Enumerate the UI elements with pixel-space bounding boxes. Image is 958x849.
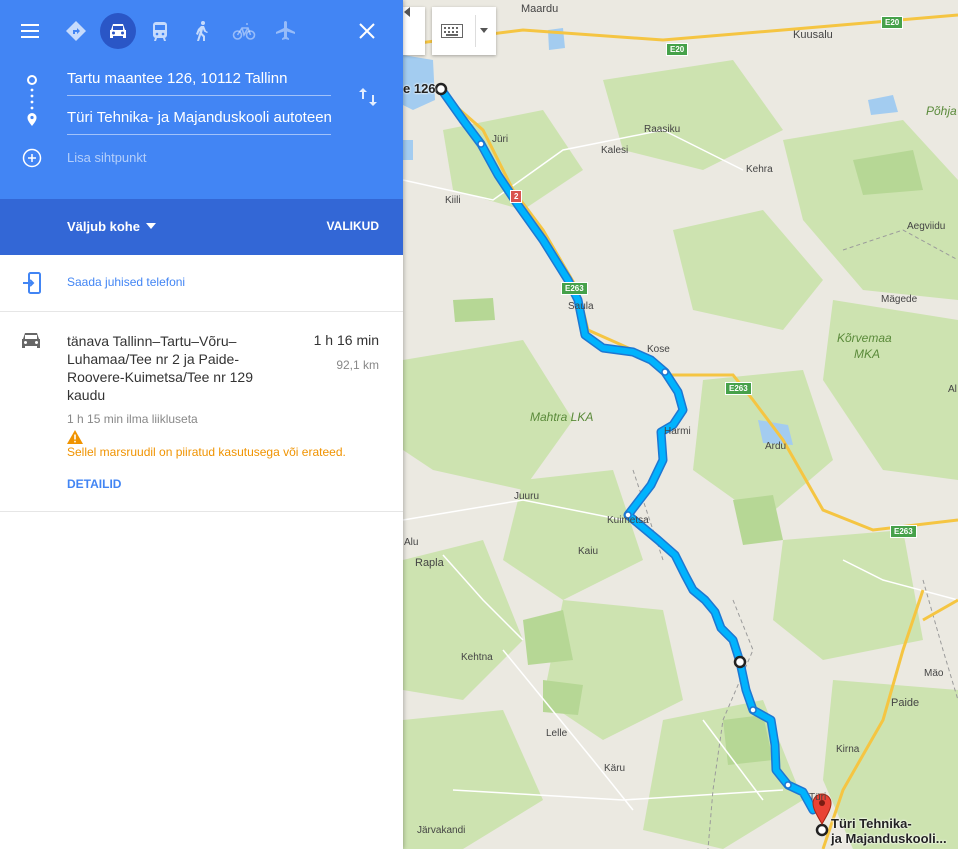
menu-icon[interactable]	[18, 19, 44, 43]
chevron-down-icon	[480, 28, 488, 33]
road-shield: E263	[890, 525, 917, 538]
place-label: Kaiu	[578, 546, 599, 557]
maps-app: E20 E20 2 E263 E263 E263 Maardu Kuusalu …	[0, 0, 958, 849]
dropdown-caret-icon[interactable]	[146, 223, 156, 229]
origin-input[interactable]: Tartu maantee 126, 10112 Tallinn	[67, 70, 331, 96]
place-label: Põhja	[926, 104, 957, 118]
departure-bar: Väljub kohe VALIKUD	[0, 199, 403, 255]
chevron-left-icon	[404, 7, 410, 17]
destination-row: Türi Tehnika- ja Majanduskooli autoteeni…	[0, 101, 403, 139]
car-route-icon	[22, 333, 40, 348]
send-to-phone-row[interactable]: Saada juhised telefoni	[0, 255, 403, 312]
bike-icon	[232, 23, 256, 40]
no-traffic-duration: 1 h 15 min ilma liikluseta	[67, 412, 198, 426]
route-warning: Sellel marsruudil on piiratud kasutusega…	[67, 445, 346, 459]
place-label: Kehra	[746, 164, 773, 175]
mode-walk[interactable]	[184, 13, 220, 49]
place-label: Kose	[647, 344, 670, 355]
route-distance: 92,1 km	[336, 358, 379, 372]
destination-marker[interactable]	[815, 823, 829, 837]
map-svg[interactable]	[403, 0, 958, 849]
mode-best-route[interactable]	[58, 13, 94, 49]
origin-circle-icon	[27, 75, 37, 85]
road-shield: 2	[510, 190, 523, 203]
place-label: Paide	[891, 697, 920, 709]
road-shield: E20	[881, 16, 904, 29]
transit-icon	[153, 22, 167, 41]
origin-row: Tartu maantee 126, 10112 Tallinn	[0, 62, 403, 100]
place-label: Alu	[404, 537, 419, 548]
mode-bike[interactable]	[226, 13, 262, 49]
add-circle-icon	[22, 148, 42, 168]
place-label: Türi	[809, 792, 827, 803]
place-label: Ardu	[765, 441, 787, 452]
destination-pin-small-icon	[27, 113, 37, 126]
swap-icon[interactable]	[356, 85, 380, 109]
place-label: Harmi	[664, 426, 691, 437]
road-shield: E20	[666, 43, 689, 56]
keyboard-icon	[441, 24, 463, 38]
place-label: Mahtra LKA	[530, 410, 594, 424]
destination-label: Türi Tehnika-	[831, 816, 912, 831]
collapse-panel-button[interactable]	[403, 7, 425, 55]
destination-input[interactable]: Türi Tehnika- ja Majanduskooli autoteeni…	[67, 109, 331, 135]
place-label: Kalesi	[601, 145, 629, 156]
origin-label: e 126	[403, 81, 436, 96]
close-icon[interactable]	[355, 19, 379, 43]
route-option[interactable]: tänava Tallinn–Tartu–Võru–Luhamaa/Tee nr…	[0, 312, 403, 512]
warning-icon	[67, 430, 83, 444]
place-label: Käru	[604, 763, 626, 774]
route-description: tänava Tallinn–Tartu–Võru–Luhamaa/Tee nr…	[67, 333, 253, 403]
add-destination-row[interactable]: Lisa sihtpunkt	[0, 140, 403, 178]
origin-marker[interactable]	[434, 82, 448, 96]
via-marker[interactable]	[733, 655, 747, 669]
place-label: Kuimetsa	[607, 515, 649, 526]
car-icon	[110, 24, 126, 38]
send-to-phone-label: Saada juhised telefoni	[67, 275, 186, 289]
options-button[interactable]: VALIKUD	[327, 219, 379, 233]
route-duration: 1 h 16 min	[313, 332, 379, 348]
place-label: Juuru	[514, 491, 540, 502]
add-destination-label: Lisa sihtpunkt	[67, 150, 147, 165]
place-label: Mäo	[924, 668, 944, 679]
send-to-phone-icon	[23, 272, 41, 294]
place-label: Järvakandi	[417, 825, 466, 836]
place-label: Lelle	[546, 728, 568, 739]
place-label: Maardu	[521, 3, 559, 15]
place-label: Jüri	[492, 134, 509, 145]
directions-header: Tartu maantee 126, 10112 Tallinn Türi Te…	[0, 0, 403, 199]
place-label: Saula	[568, 301, 594, 312]
flight-icon	[276, 21, 295, 40]
best-route-icon	[66, 21, 86, 41]
road-shield: E263	[561, 282, 588, 295]
map-canvas[interactable]: E20 E20 2 E263 E263 E263 Maardu Kuusalu …	[403, 0, 958, 849]
place-label: Kiili	[445, 195, 461, 206]
place-label: Kehtna	[461, 652, 493, 663]
walk-icon	[196, 21, 208, 41]
mode-transit[interactable]	[142, 13, 178, 49]
place-label: Kuusalu	[793, 29, 833, 41]
input-tools-button[interactable]	[432, 7, 496, 55]
place-label: Kirna	[836, 744, 860, 755]
place-label: MKA	[854, 347, 881, 361]
destination-label: ja Majanduskooli...	[831, 831, 947, 846]
details-button[interactable]: DETAILID	[67, 477, 121, 491]
directions-panel: Tartu maantee 126, 10112 Tallinn Türi Te…	[0, 0, 403, 849]
travel-mode-bar	[0, 0, 403, 62]
place-label: Al	[948, 384, 957, 395]
place-label: Mägede	[881, 294, 918, 305]
place-label: Aegviidu	[907, 221, 946, 232]
place-label: Raasiku	[644, 124, 681, 135]
road-shield: E263	[725, 382, 752, 395]
depart-time-select[interactable]: Väljub kohe	[67, 219, 140, 234]
mode-flight[interactable]	[268, 13, 304, 49]
place-label: Kõrvemaa	[837, 331, 892, 345]
place-label: Rapla	[415, 557, 444, 569]
mode-car[interactable]	[100, 13, 136, 49]
